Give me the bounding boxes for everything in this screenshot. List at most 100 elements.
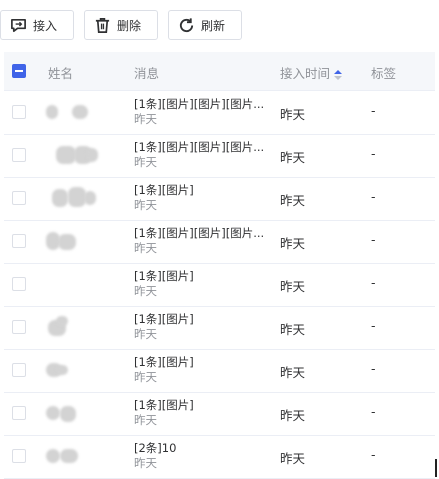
accept-button[interactable]: 接入 bbox=[0, 10, 74, 40]
header-tag: 标签 bbox=[371, 66, 397, 81]
row-access-time: 昨天 bbox=[280, 150, 306, 165]
row-access-time: 昨天 bbox=[280, 193, 306, 208]
row-checkbox[interactable] bbox=[12, 363, 26, 377]
row-message: [1条][图片] 昨天 bbox=[134, 183, 194, 213]
refresh-icon bbox=[177, 16, 195, 34]
row-access-time: 昨天 bbox=[280, 279, 306, 294]
row-checkbox[interactable] bbox=[12, 449, 26, 463]
refresh-button-label: 刷新 bbox=[201, 18, 226, 33]
redaction-blob bbox=[60, 406, 76, 422]
redaction-blob bbox=[56, 365, 68, 375]
redaction-blob bbox=[86, 148, 98, 162]
delete-button-label: 删除 bbox=[117, 18, 142, 33]
table-row[interactable]: [1条][图片] 昨天 昨天 - bbox=[4, 177, 435, 221]
redaction-blob bbox=[84, 191, 96, 205]
redaction-blob bbox=[46, 406, 60, 420]
row-access-time: 昨天 bbox=[280, 365, 306, 380]
row-message: [1条][图片] 昨天 bbox=[134, 269, 194, 299]
redacted-name bbox=[46, 316, 108, 340]
row-message-text: [1条][图片] bbox=[134, 398, 194, 412]
row-message-text: [1条][图片][图片][图片... bbox=[134, 140, 265, 154]
redaction-blob bbox=[72, 105, 88, 119]
row-tag: - bbox=[371, 146, 376, 161]
redacted-name bbox=[46, 101, 108, 125]
redaction-blob bbox=[46, 105, 58, 119]
refresh-button[interactable]: 刷新 bbox=[168, 10, 242, 40]
row-access-time: 昨天 bbox=[280, 322, 306, 337]
row-message-time: 昨天 bbox=[134, 370, 157, 384]
table-row[interactable]: [1条][图片][图片][图片... 昨天 昨天 - bbox=[4, 220, 435, 264]
table-row[interactable]: [1条][图片] 昨天 昨天 - bbox=[4, 306, 435, 350]
header-message: 消息 bbox=[134, 66, 160, 81]
text-cursor bbox=[435, 459, 437, 477]
row-message: [2条]10 昨天 bbox=[134, 441, 176, 471]
header-name[interactable]: 姓名 bbox=[48, 63, 73, 82]
row-message-time: 昨天 bbox=[134, 327, 157, 341]
row-message-text: [1条][图片][图片][图片... bbox=[134, 226, 265, 240]
redacted-name bbox=[46, 273, 108, 297]
redacted-name bbox=[46, 230, 108, 254]
table-row[interactable]: [1条][图片][图片][图片... 昨天 昨天 - bbox=[4, 134, 435, 178]
redaction-blob bbox=[58, 234, 76, 250]
row-message-text: [1条][图片] bbox=[134, 312, 194, 326]
redacted-name bbox=[46, 187, 108, 211]
redacted-name bbox=[46, 445, 108, 469]
header-access-time-label: 接入时间 bbox=[280, 66, 331, 81]
chat-accept-icon bbox=[9, 16, 27, 34]
row-message: [1条][图片][图片][图片... 昨天 bbox=[134, 97, 264, 127]
header-access-time[interactable]: 接入时间 bbox=[280, 63, 343, 82]
row-tag: - bbox=[371, 361, 376, 376]
row-message-text: [1条][图片][图片][图片... bbox=[134, 97, 265, 111]
row-message-text: [2条]10 bbox=[134, 441, 177, 455]
row-checkbox[interactable] bbox=[12, 234, 26, 248]
row-tag: - bbox=[371, 232, 376, 247]
redacted-name bbox=[46, 359, 108, 383]
row-message-text: [1条][图片] bbox=[134, 355, 194, 369]
row-checkbox[interactable] bbox=[12, 277, 26, 291]
row-access-time: 昨天 bbox=[280, 451, 306, 466]
redacted-name bbox=[46, 144, 108, 168]
row-message: [1条][图片] 昨天 bbox=[134, 355, 194, 385]
row-message-time: 昨天 bbox=[134, 456, 157, 470]
row-checkbox[interactable] bbox=[12, 406, 26, 420]
row-message-time: 昨天 bbox=[134, 112, 157, 126]
row-message-time: 昨天 bbox=[134, 413, 157, 427]
row-tag: - bbox=[371, 189, 376, 204]
sort-icon[interactable] bbox=[334, 69, 343, 80]
row-message-text: [1条][图片] bbox=[134, 183, 194, 197]
delete-button[interactable]: 删除 bbox=[84, 10, 158, 40]
table-row[interactable]: [1条][图片] 昨天 昨天 - bbox=[4, 392, 435, 436]
row-tag: - bbox=[371, 318, 376, 333]
row-tag: - bbox=[371, 447, 376, 462]
row-message: [1条][图片][图片][图片... 昨天 bbox=[134, 140, 264, 170]
table-row[interactable]: [1条][图片] 昨天 昨天 - bbox=[4, 349, 435, 393]
select-all-checkbox[interactable] bbox=[12, 64, 26, 78]
row-checkbox[interactable] bbox=[12, 191, 26, 205]
row-checkbox[interactable] bbox=[12, 320, 26, 334]
row-message: [1条][图片][图片][图片... 昨天 bbox=[134, 226, 264, 256]
row-message-time: 昨天 bbox=[134, 284, 157, 298]
redacted-name bbox=[46, 402, 108, 426]
row-message: [1条][图片] 昨天 bbox=[134, 398, 194, 428]
accept-button-label: 接入 bbox=[33, 18, 58, 33]
row-access-time: 昨天 bbox=[280, 107, 306, 122]
row-message-time: 昨天 bbox=[134, 198, 157, 212]
redaction-blob bbox=[56, 146, 76, 164]
row-tag: - bbox=[371, 103, 376, 118]
row-message-time: 昨天 bbox=[134, 155, 157, 169]
row-checkbox[interactable] bbox=[12, 105, 26, 119]
row-message: [1条][图片] 昨天 bbox=[134, 312, 194, 342]
row-tag: - bbox=[371, 404, 376, 419]
row-tag: - bbox=[371, 275, 376, 290]
table-row[interactable]: [1条][图片] 昨天 昨天 - bbox=[4, 263, 435, 307]
row-access-time: 昨天 bbox=[280, 408, 306, 423]
redaction-blob bbox=[56, 316, 68, 326]
redaction-blob bbox=[60, 449, 78, 463]
table-row[interactable]: [1条][图片][图片][图片... 昨天 昨天 - bbox=[4, 91, 435, 135]
row-checkbox[interactable] bbox=[12, 148, 26, 162]
row-message-time: 昨天 bbox=[134, 241, 157, 255]
table-header: 姓名 消息 接入时间 标签 bbox=[4, 52, 435, 91]
redaction-blob bbox=[52, 189, 68, 207]
table-row[interactable]: [2条]10 昨天 昨天 - bbox=[4, 435, 435, 479]
redaction-blob bbox=[46, 449, 60, 463]
